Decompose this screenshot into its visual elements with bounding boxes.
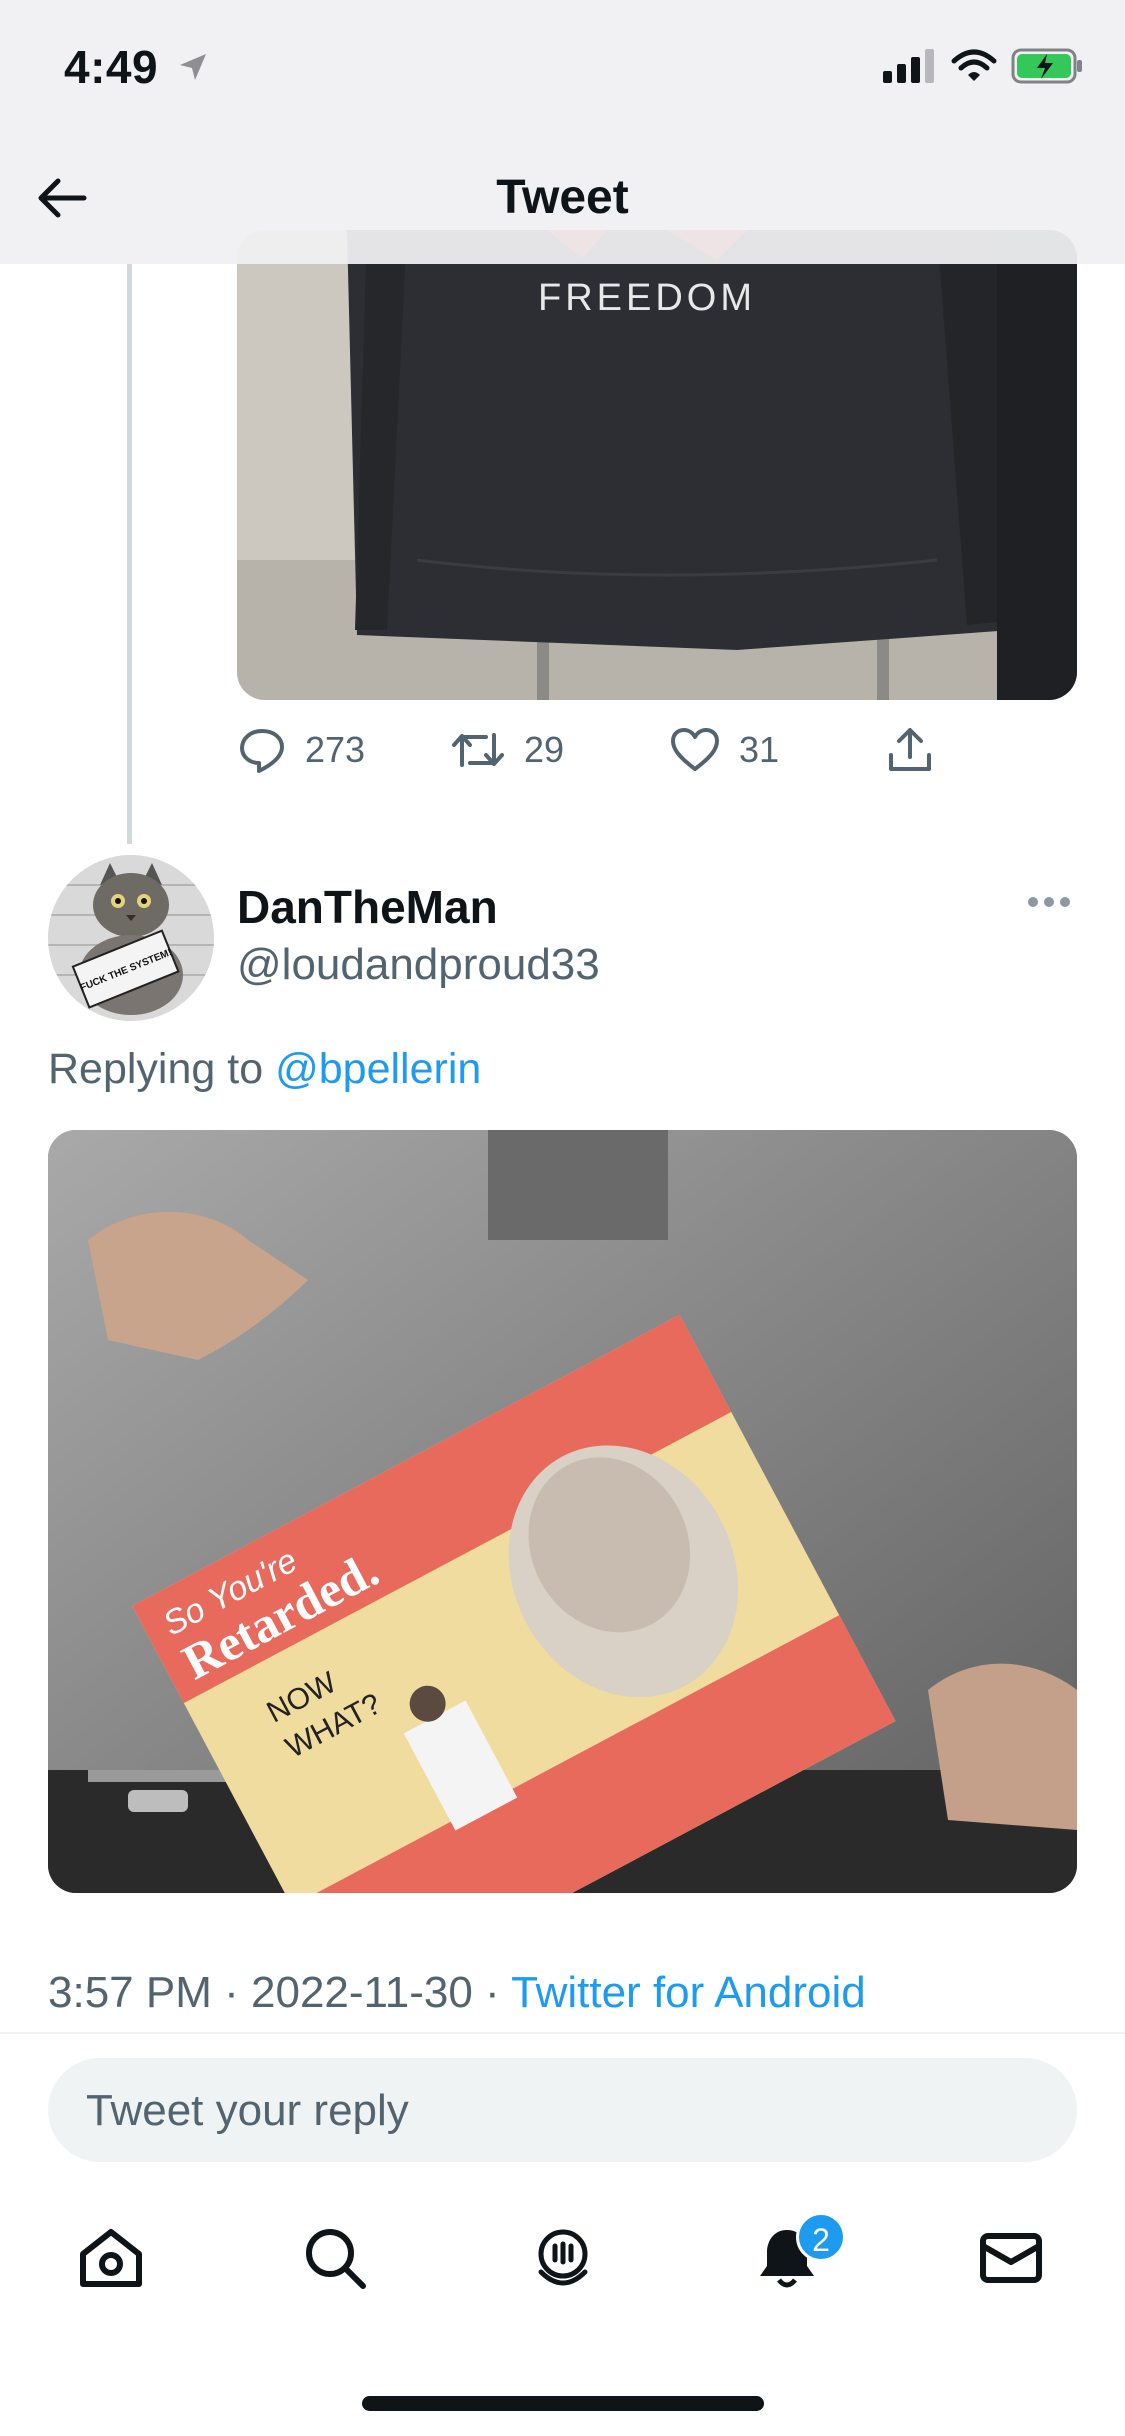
user-handle[interactable]: @loudandproud33 xyxy=(237,940,600,990)
tweet-image[interactable]: So You're Retarded. NOW WHAT? xyxy=(48,1130,1077,1893)
tweet-date: 2022-11-30 xyxy=(251,1968,473,2017)
reply-count: 273 xyxy=(305,729,366,770)
home-icon[interactable] xyxy=(75,2222,147,2294)
heart-icon xyxy=(671,728,719,771)
messages-icon[interactable] xyxy=(975,2222,1047,2294)
status-icons xyxy=(883,48,1083,84)
retweet-action[interactable]: 29 xyxy=(450,725,564,775)
replying-to-line: Replying to @bpellerin xyxy=(48,1045,481,1094)
reply-input[interactable]: Tweet your reply xyxy=(48,2058,1077,2162)
cellular-signal-icon xyxy=(883,49,934,83)
like-action[interactable]: 31 xyxy=(669,725,779,775)
battery-charging-icon xyxy=(1011,48,1082,84)
search-icon[interactable] xyxy=(299,2222,371,2294)
divider xyxy=(0,2032,1125,2034)
display-name[interactable]: DanTheMan xyxy=(237,880,498,934)
wifi-icon xyxy=(951,49,997,81)
notification-badge: 2 xyxy=(796,2212,846,2262)
tweet-metadata: 3:57 PM · 2022-11-30 · Twitter for Andro… xyxy=(48,1968,866,2018)
page-title: Tweet xyxy=(496,171,629,224)
meta-separator: · xyxy=(224,1968,239,2017)
reply-mention-link[interactable]: @bpellerin xyxy=(275,1045,481,1093)
replying-prefix: Replying to xyxy=(48,1045,264,1093)
retweet-count: 29 xyxy=(524,729,565,770)
thread-connector xyxy=(127,264,132,844)
more-options-icon[interactable] xyxy=(1025,890,1073,914)
avatar[interactable]: FUCK THE SYSTEM! xyxy=(48,855,214,1021)
spaces-icon[interactable] xyxy=(527,2222,599,2294)
reply-action[interactable]: 273 xyxy=(237,725,365,775)
location-arrow-icon xyxy=(180,54,206,80)
tweet-client-link[interactable]: Twitter for Android xyxy=(511,1968,866,2017)
previous-tweet-image[interactable]: FREEDOM xyxy=(237,230,1077,700)
top-bar: 4:49 Tweet xyxy=(0,0,1125,264)
hoodie-text: FREEDOM xyxy=(538,277,756,319)
meta-separator: · xyxy=(485,1968,500,2017)
share-action[interactable] xyxy=(885,725,935,775)
previous-tweet-actions: 273 29 31 xyxy=(237,725,1077,785)
retweet-icon xyxy=(452,733,504,767)
like-count: 31 xyxy=(739,729,780,770)
status-time: 4:49 xyxy=(64,41,159,93)
home-indicator[interactable] xyxy=(362,2396,764,2411)
reply-icon xyxy=(240,729,284,773)
reply-placeholder: Tweet your reply xyxy=(86,2086,409,2135)
bottom-nav xyxy=(0,2200,1125,2320)
tweet-time: 3:57 PM xyxy=(48,1968,212,2017)
share-icon xyxy=(889,728,931,771)
